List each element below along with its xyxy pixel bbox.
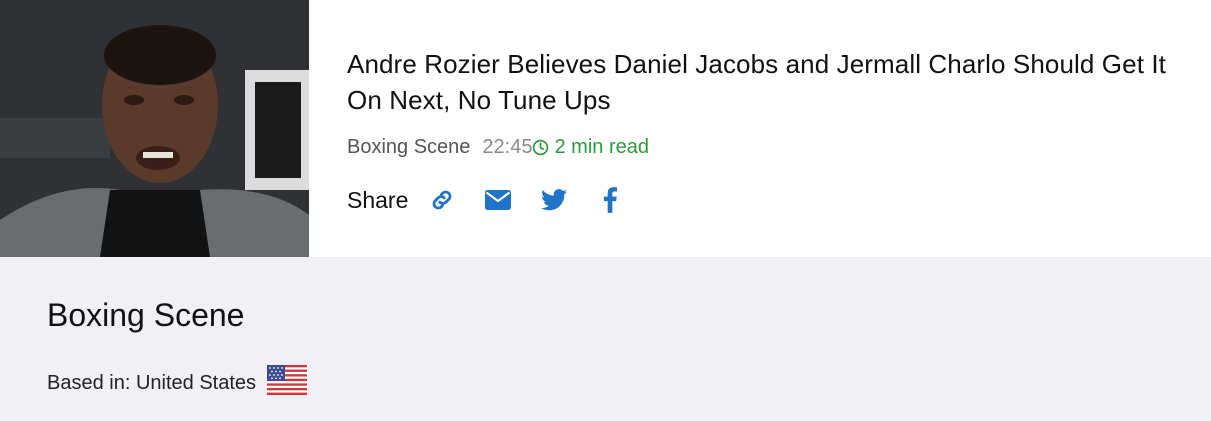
copy-link-button[interactable]	[428, 186, 456, 214]
facebook-icon	[604, 187, 618, 213]
share-email-button[interactable]	[484, 186, 512, 214]
mail-icon	[485, 190, 512, 210]
publisher-panel: Boxing Scene Based in: United States	[0, 257, 1211, 421]
article-time: 22:45	[482, 136, 533, 158]
article-card[interactable]: Andre Rozier Believes Daniel Jacobs and …	[0, 0, 1211, 257]
article-thumbnail[interactable]	[0, 0, 309, 257]
share-facebook-button[interactable]	[596, 186, 624, 214]
publisher-name[interactable]: Boxing Scene	[47, 297, 244, 334]
clock-icon	[533, 139, 549, 155]
based-in-label: Based in: United States	[47, 371, 257, 394]
twitter-icon	[541, 189, 568, 211]
read-time: 2 min read	[532, 134, 649, 160]
share-twitter-button[interactable]	[540, 186, 568, 214]
publisher-location: Based in: United States	[47, 365, 308, 401]
share-label: Share	[347, 186, 409, 213]
article-headline[interactable]: Andre Rozier Believes Daniel Jacobs and …	[347, 46, 1199, 118]
share-bar: Share	[347, 186, 1199, 214]
link-icon	[432, 190, 452, 210]
us-flag-icon	[267, 365, 308, 401]
boxer-photo	[0, 0, 309, 257]
read-time-label: 2 min read	[554, 136, 649, 158]
article-meta: Boxing Scene 22:45 2 min read	[347, 134, 1199, 160]
article-source[interactable]: Boxing Scene	[347, 134, 470, 160]
